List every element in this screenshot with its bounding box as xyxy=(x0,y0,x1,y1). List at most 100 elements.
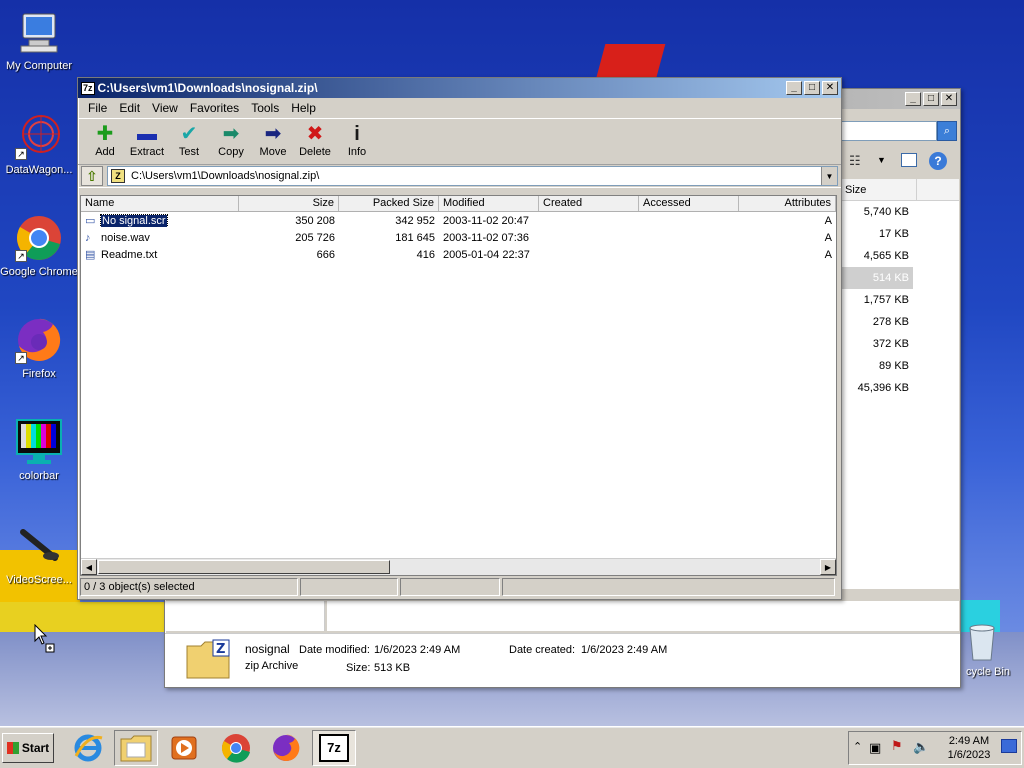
column-header-attributes[interactable]: Attributes xyxy=(739,196,836,211)
file-size-cell[interactable]: 372 KB xyxy=(841,333,913,355)
start-label: Start xyxy=(21,741,50,755)
desktop-icon-recycle-bin[interactable]: cycle Bin xyxy=(952,622,1024,678)
menu-edit[interactable]: Edit xyxy=(113,101,146,115)
info-button[interactable]: i Info xyxy=(336,122,378,158)
details-size-value: 513 KB xyxy=(374,662,411,674)
file-row[interactable]: ▤ Readme.txt 666 416 2005-01-04 22:37 A xyxy=(81,246,836,263)
system-tray: ⌃ ▣ ⚑ 🔈 2:49 AM 1/6/2023 xyxy=(848,731,1022,765)
close-button[interactable]: ✕ xyxy=(941,92,957,106)
start-button[interactable]: Start xyxy=(2,733,54,763)
navigation-pane[interactable] xyxy=(165,601,325,631)
file-size-cell[interactable]: 1,757 KB xyxy=(841,289,913,311)
menu-bar: File Edit View Favorites Tools Help xyxy=(78,98,841,118)
copy-button[interactable]: ➡ Copy xyxy=(210,122,252,158)
test-button[interactable]: ✔ Test xyxy=(168,122,210,158)
file-size-cell[interactable]: 89 KB xyxy=(841,355,913,377)
file-area-empty[interactable] xyxy=(327,601,959,631)
show-desktop-icon[interactable] xyxy=(1001,739,1017,753)
toolbar-button-label: Test xyxy=(178,146,200,158)
file-list[interactable]: Name Size Packed Size Modified Created Access… xyxy=(80,195,837,576)
explorer-icon[interactable] xyxy=(114,730,158,766)
file-row[interactable]: ♪ noise.wav 205 726 181 645 2003-11-02 07:36… xyxy=(81,229,836,246)
network-icon[interactable]: ▣ xyxy=(869,740,881,756)
ie-icon[interactable] xyxy=(66,730,110,766)
menu-tools[interactable]: Tools xyxy=(245,101,285,115)
sevenzip-taskbar-button[interactable]: 7z xyxy=(312,730,356,766)
column-header-packed-size[interactable]: Packed Size xyxy=(339,196,439,211)
sevenzip-window[interactable]: 7z C:\Users\vm1\Downloads\nosignal.zip\ … xyxy=(77,77,842,600)
preview-pane-icon[interactable] xyxy=(901,153,917,167)
menu-view[interactable]: View xyxy=(146,101,184,115)
scroll-thumb[interactable] xyxy=(98,560,390,574)
colorbar-icon xyxy=(15,418,63,466)
view-options-icon[interactable]: ☷ xyxy=(849,153,861,169)
column-header-size[interactable]: Size xyxy=(239,196,339,211)
media-player-icon[interactable] xyxy=(162,730,206,766)
file-list-body: ▭ No signal.scr 350 208 342 952 2003-11-02 2… xyxy=(81,212,836,263)
menu-favorites[interactable]: Favorites xyxy=(184,101,245,115)
chrome-icon: ↗ xyxy=(15,214,63,262)
file-size-cell[interactable]: 514 KB xyxy=(841,267,913,289)
sevenzip-icon: 7z xyxy=(319,734,349,762)
chrome-icon[interactable] xyxy=(214,730,258,766)
toolbar-button-label: Extract xyxy=(129,146,165,158)
file-size-cell[interactable]: 5,740 KB xyxy=(841,201,913,223)
firefox-icon[interactable] xyxy=(264,730,308,766)
delete-button[interactable]: ✖ Delete xyxy=(294,122,336,158)
details-created-label: Date created: xyxy=(509,644,576,656)
desktop-icon-firefox[interactable]: ↗ Firefox xyxy=(0,316,78,380)
clock[interactable]: 2:49 AM 1/6/2023 xyxy=(945,734,993,762)
help-icon[interactable]: ? xyxy=(929,152,947,170)
file-list-header: Name Size Packed Size Modified Created Access… xyxy=(81,196,836,212)
move-button[interactable]: ➡ Move xyxy=(252,122,294,158)
details-modified-value: 1/6/2023 2:49 AM xyxy=(374,644,461,656)
minimize-button[interactable]: _ xyxy=(905,92,921,106)
file-size-cell[interactable]: 17 KB xyxy=(841,223,913,245)
add-icon: ✚ xyxy=(96,123,114,145)
minimize-button[interactable]: _ xyxy=(786,81,802,95)
desktop-icon-google-chrome[interactable]: ↗ Google Chrome xyxy=(0,214,78,278)
maximize-button[interactable]: □ xyxy=(804,81,820,95)
file-size-cell[interactable]: 45,396 KB xyxy=(841,377,913,399)
chevron-up-icon[interactable]: ⌃ xyxy=(853,740,862,753)
scroll-left-button[interactable]: ◀ xyxy=(81,559,97,575)
search-input[interactable] xyxy=(841,121,937,141)
chevron-down-icon[interactable]: ▼ xyxy=(877,155,886,165)
move-icon: ➡ xyxy=(264,123,282,145)
search-icon[interactable]: ⌕ xyxy=(937,121,957,141)
file-row[interactable]: ▭ No signal.scr 350 208 342 952 2003-11-02 2… xyxy=(81,212,836,229)
column-header-accessed[interactable]: Accessed xyxy=(639,196,739,211)
up-folder-button[interactable]: ⇧ xyxy=(81,166,103,186)
maximize-button[interactable]: □ xyxy=(923,92,939,106)
scroll-right-button[interactable]: ▶ xyxy=(820,559,836,575)
address-dropdown-button[interactable]: ▼ xyxy=(821,167,837,185)
column-header-name[interactable]: Name xyxy=(81,196,239,211)
explorer-file-list[interactable]: Size 5,740 KB 17 KB 4,565 KB 514 KB 1,757 KB… xyxy=(841,179,959,589)
desktop-icon-my-computer[interactable]: My Computer xyxy=(0,8,78,72)
menu-file[interactable]: File xyxy=(82,101,113,115)
desktop-icon-colorbar[interactable]: colorbar xyxy=(0,418,78,482)
extract-button[interactable]: ▬ Extract xyxy=(126,122,168,158)
sevenzip-titlebar[interactable]: 7z C:\Users\vm1\Downloads\nosignal.zip\ … xyxy=(78,78,841,98)
desktop-icon-label: Firefox xyxy=(22,368,56,380)
toolbar-button-label: Info xyxy=(347,146,367,158)
close-button[interactable]: ✕ xyxy=(822,81,838,95)
desktop-icon-videoscreen[interactable]: VideoScree... xyxy=(0,522,78,586)
add-button[interactable]: ✚ Add xyxy=(84,122,126,158)
file-size-cell[interactable]: 4,565 KB xyxy=(841,245,913,267)
status-cell xyxy=(400,578,500,596)
file-size-cell[interactable]: 278 KB xyxy=(841,311,913,333)
action-center-icon[interactable]: ⚑ xyxy=(891,738,903,754)
file-attributes-cell: A xyxy=(824,248,832,261)
shortcut-arrow-icon: ↗ xyxy=(15,148,27,160)
column-header-modified[interactable]: Modified xyxy=(439,196,539,211)
size-list: 5,740 KB 17 KB 4,565 KB 514 KB 1,757 KB 278 K… xyxy=(841,201,959,399)
volume-icon[interactable]: 🔈 xyxy=(913,739,929,755)
address-field[interactable]: Z C:\Users\vm1\Downloads\nosignal.zip\ ▼ xyxy=(107,166,838,186)
column-header-created[interactable]: Created xyxy=(539,196,639,211)
desktop-icon-datawagon[interactable]: ↗ DataWagon... xyxy=(0,112,78,176)
menu-help[interactable]: Help xyxy=(285,101,322,115)
horizontal-scrollbar[interactable]: ◀ ▶ xyxy=(81,558,836,575)
zip-folder-icon: Z xyxy=(185,638,231,680)
size-column-header[interactable]: Size xyxy=(841,179,917,200)
